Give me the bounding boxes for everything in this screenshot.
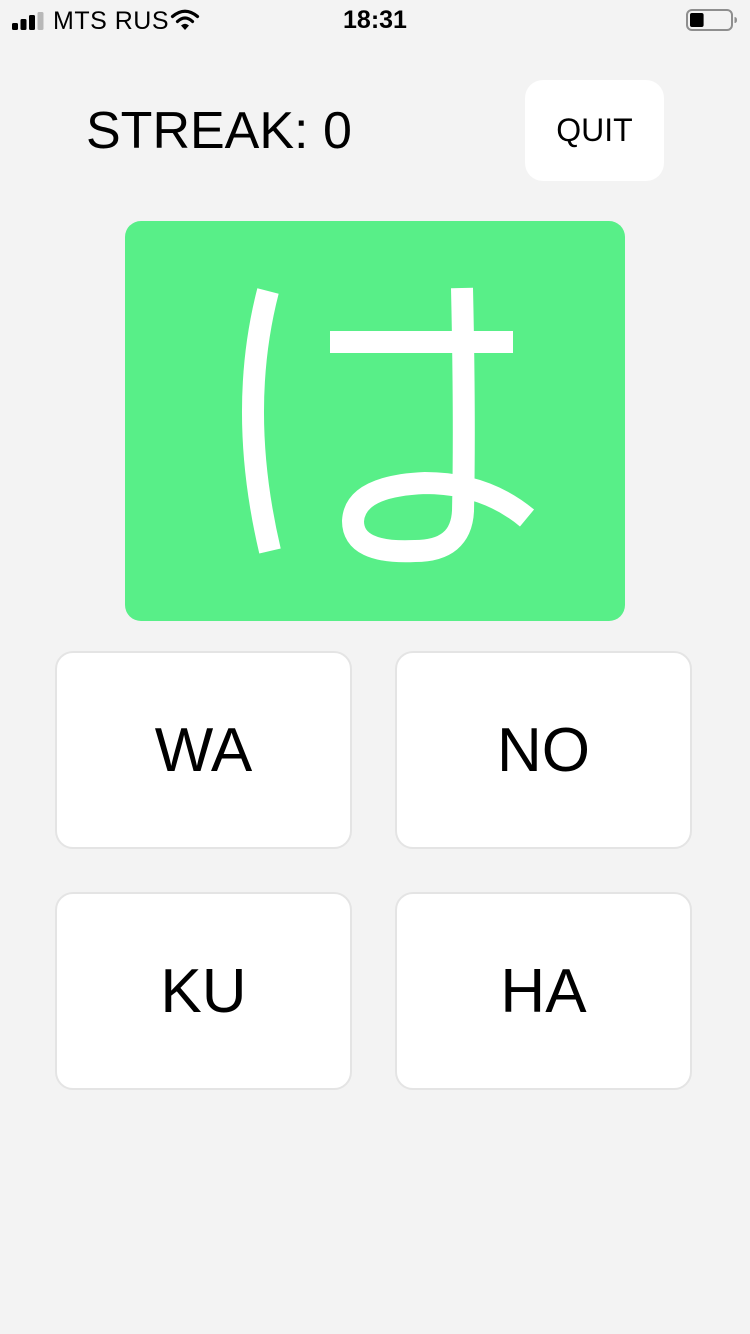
streak-counter: STREAK: 0 — [86, 102, 352, 160]
kana-glyph — [241, 287, 535, 563]
answer-button-wa[interactable]: WA — [55, 651, 352, 849]
answer-button-ku[interactable]: KU — [55, 892, 352, 1090]
battery-icon — [686, 9, 737, 31]
status-bar: MTS RUS 18:31 — [0, 0, 750, 40]
answer-button-no[interactable]: NO — [395, 651, 692, 849]
quit-button[interactable]: QUIT — [525, 80, 664, 181]
answer-grid: WA NO KU HA — [55, 651, 695, 1093]
clock: 18:31 — [343, 6, 407, 34]
answer-button-ha[interactable]: HA — [395, 892, 692, 1090]
kana-card — [125, 221, 625, 621]
